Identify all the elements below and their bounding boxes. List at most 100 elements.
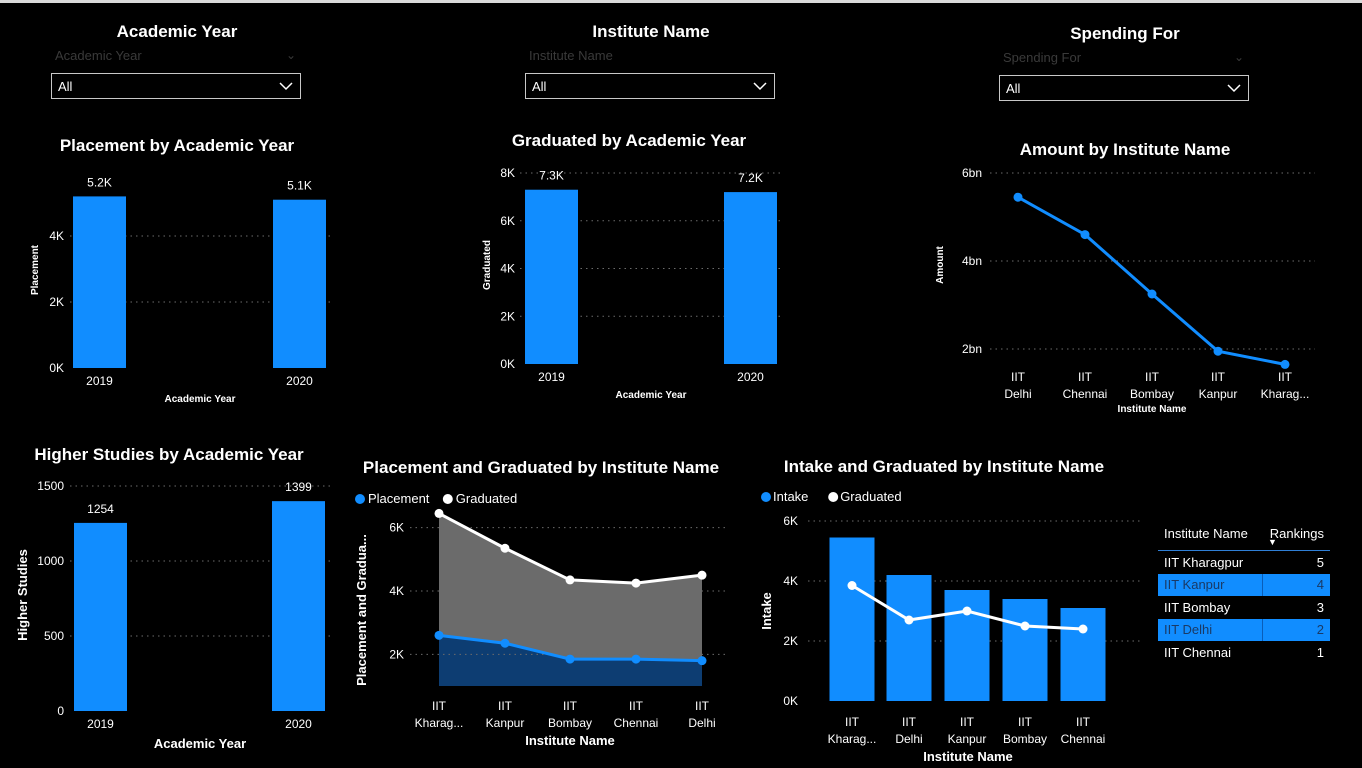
table-row[interactable]: IIT Kanpur 4 bbox=[1158, 573, 1330, 596]
series-line-amount bbox=[1017, 195, 1286, 366]
x-axis-label: Academic Year bbox=[154, 736, 246, 751]
bar-intake bbox=[1060, 608, 1106, 701]
legend-marker bbox=[828, 492, 839, 502]
x-tick-label: 2019 bbox=[538, 370, 565, 384]
x-tick-label: Bombay bbox=[1130, 387, 1174, 401]
x-axis-label: Academic Year bbox=[165, 394, 236, 405]
y-tick-label: 2K bbox=[389, 647, 404, 661]
x-axis-label: Academic Year bbox=[616, 390, 687, 401]
data-label: 1254 bbox=[87, 502, 114, 516]
x-tick-label: IIT bbox=[498, 699, 513, 713]
table-row[interactable]: IIT Bombay 3 bbox=[1158, 596, 1330, 619]
cell-institute-name: IIT Kharagpur bbox=[1164, 554, 1244, 570]
data-point bbox=[1213, 346, 1223, 356]
column-header-institute[interactable]: Institute Name bbox=[1164, 526, 1248, 541]
legend-marker bbox=[355, 494, 365, 504]
table-row[interactable]: IIT Chennai 1 bbox=[1158, 641, 1330, 664]
data-point-placement bbox=[631, 654, 641, 664]
y-tick-label: 4K bbox=[783, 574, 798, 588]
data-point-graduated bbox=[631, 578, 641, 588]
y-axis-label: Placement bbox=[30, 244, 41, 295]
column-header-rankings[interactable]: Rankings bbox=[1270, 526, 1324, 541]
data-point-graduated bbox=[434, 508, 444, 518]
x-tick-label: Kharag... bbox=[1261, 387, 1310, 401]
data-point-graduated bbox=[904, 615, 914, 625]
x-tick-label: IIT bbox=[563, 699, 578, 713]
bar bbox=[73, 196, 126, 368]
data-point bbox=[1280, 359, 1290, 369]
x-axis-label: Institute Name bbox=[525, 733, 615, 748]
legend-label: Graduated bbox=[456, 491, 517, 506]
bar-intake bbox=[829, 537, 875, 701]
y-tick-label: 0K bbox=[500, 357, 515, 371]
x-tick-label: Kanpur bbox=[948, 732, 987, 746]
y-tick-label: 6K bbox=[783, 514, 798, 528]
y-tick-label: 0K bbox=[783, 694, 798, 708]
y-tick-label: 2K bbox=[49, 295, 64, 309]
cell-institute-name: IIT Chennai bbox=[1164, 644, 1231, 660]
sort-desc-icon: ▼ bbox=[1268, 537, 1277, 547]
y-axis-label: Graduated bbox=[482, 240, 493, 290]
y-tick-label: 500 bbox=[44, 629, 64, 643]
data-point-placement bbox=[500, 638, 510, 648]
cell-ranking: 5 bbox=[1316, 554, 1324, 570]
y-tick-label: 4K bbox=[500, 262, 515, 276]
data-point-graduated bbox=[697, 570, 707, 580]
bar-intake bbox=[886, 575, 932, 701]
y-tick-label: 6bn bbox=[962, 166, 982, 180]
cell-ranking: 4 bbox=[1316, 577, 1324, 593]
bar bbox=[724, 192, 777, 364]
x-tick-label: IIT bbox=[1078, 370, 1093, 384]
table-row[interactable]: IIT Delhi 2 bbox=[1158, 618, 1330, 641]
cell-institute-name: IIT Delhi bbox=[1164, 622, 1213, 638]
y-tick-label: 0 bbox=[57, 704, 64, 718]
chart-title: Amount by Institute Name bbox=[1020, 140, 1231, 159]
y-tick-label: 8K bbox=[500, 166, 515, 180]
y-tick-label: 4K bbox=[389, 584, 404, 598]
y-tick-label: 0K bbox=[49, 361, 64, 375]
data-point-graduated bbox=[962, 606, 972, 616]
y-axis-label: Amount bbox=[935, 245, 946, 283]
x-tick-label: Kharag... bbox=[415, 716, 464, 730]
x-tick-label: Delhi bbox=[895, 732, 922, 746]
data-label: 1399 bbox=[285, 480, 312, 494]
chart-title: Placement by Academic Year bbox=[60, 136, 295, 155]
x-tick-label: IIT bbox=[629, 699, 644, 713]
table-row[interactable]: IIT Kharagpur 5 bbox=[1158, 551, 1330, 574]
x-tick-label: Chennai bbox=[1063, 387, 1108, 401]
x-tick-label: IIT bbox=[1011, 370, 1026, 384]
rankings-table: Institute Name Rankings ▼ IIT Kharagpur 5… bbox=[1158, 520, 1330, 664]
y-axis-label: Higher Studies bbox=[15, 549, 30, 641]
x-tick-label: Delhi bbox=[1004, 387, 1031, 401]
data-point-graduated bbox=[847, 581, 857, 590]
data-point-graduated bbox=[500, 543, 510, 553]
bar bbox=[525, 189, 578, 364]
y-tick-label: 4K bbox=[49, 229, 64, 243]
x-tick-label: Bombay bbox=[1003, 732, 1047, 746]
x-tick-label: Kanpur bbox=[486, 716, 525, 730]
bar-intake bbox=[1002, 599, 1048, 701]
legend-label: Graduated bbox=[840, 489, 901, 504]
legend-marker bbox=[761, 492, 771, 502]
y-tick-label: 2K bbox=[783, 634, 798, 648]
y-tick-label: 6K bbox=[389, 521, 404, 535]
y-tick-label: 2K bbox=[500, 309, 515, 323]
data-point bbox=[1013, 192, 1023, 202]
x-tick-label: IIT bbox=[1278, 370, 1293, 384]
y-tick-label: 1500 bbox=[37, 479, 64, 493]
data-point-graduated bbox=[1020, 621, 1030, 631]
data-point-graduated bbox=[565, 575, 575, 585]
data-label: 5.1K bbox=[287, 179, 312, 193]
x-tick-label: IIT bbox=[845, 715, 860, 729]
chart-title: Graduated by Academic Year bbox=[512, 131, 747, 150]
data-label: 7.2K bbox=[738, 171, 763, 185]
data-label: 7.3K bbox=[539, 169, 564, 183]
x-tick-label: Chennai bbox=[614, 716, 659, 730]
x-tick-label: 2020 bbox=[737, 370, 764, 384]
data-label: 5.2K bbox=[87, 175, 112, 189]
cell-ranking: 1 bbox=[1316, 644, 1324, 660]
bar bbox=[273, 199, 326, 368]
y-tick-label: 4bn bbox=[962, 254, 982, 268]
x-tick-label: Delhi bbox=[688, 716, 715, 730]
x-tick-label: 2019 bbox=[86, 374, 113, 388]
